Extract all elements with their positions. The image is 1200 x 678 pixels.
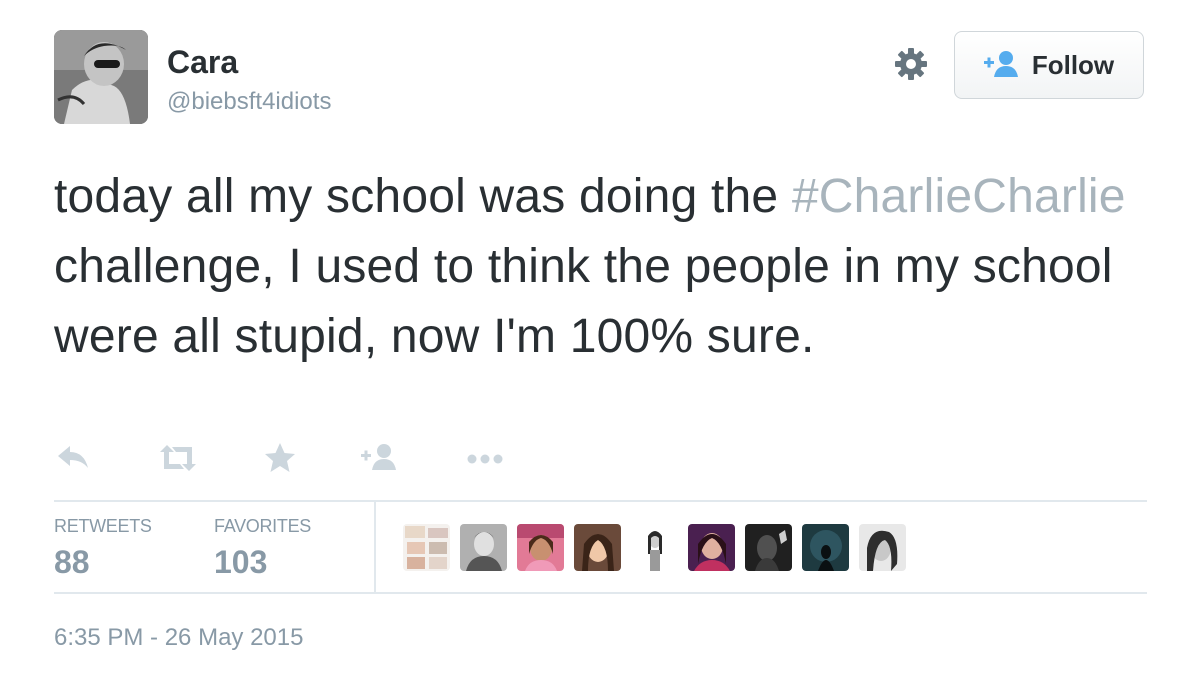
retweet-icon[interactable] — [156, 438, 196, 478]
follow-label: Follow — [1031, 49, 1115, 80]
retweets-count: 88 — [54, 544, 90, 580]
follow-icon — [983, 49, 1020, 82]
tweet-text-part1: today all my school was doing the — [54, 170, 792, 223]
author-name[interactable]: Cara — [167, 44, 238, 80]
divider — [54, 592, 1147, 594]
user-avatar[interactable] — [802, 524, 849, 571]
gear-icon[interactable] — [893, 46, 929, 82]
tweet-actions — [54, 438, 534, 478]
more-icon[interactable] — [464, 438, 508, 478]
user-avatar[interactable] — [688, 524, 735, 571]
favorites-label: FAVORITES — [214, 516, 311, 536]
user-avatar[interactable] — [631, 524, 678, 571]
retweets-label: RETWEETS — [54, 516, 152, 536]
user-avatar[interactable] — [574, 524, 621, 571]
author-avatar[interactable] — [54, 30, 148, 124]
tweet-timestamp[interactable]: 6:35 PM - 26 May 2015 — [54, 624, 303, 652]
tweet-text-part2: challenge, I used to think the people in… — [54, 240, 1113, 363]
follow-icon[interactable] — [360, 438, 400, 478]
favorites-count: 103 — [214, 544, 268, 580]
author-handle[interactable]: @biebsft4idiots — [167, 88, 331, 116]
favorite-icon[interactable] — [260, 438, 300, 478]
user-avatar[interactable] — [460, 524, 507, 571]
user-avatar[interactable] — [859, 524, 906, 571]
user-avatar[interactable] — [403, 524, 450, 571]
favorites-stat[interactable]: FAVORITES 103 — [214, 516, 311, 582]
user-avatar[interactable] — [517, 524, 564, 571]
retweets-stat[interactable]: RETWEETS 88 — [54, 516, 152, 582]
divider — [54, 500, 1147, 502]
user-avatar[interactable] — [745, 524, 792, 571]
follow-button[interactable]: Follow — [954, 31, 1144, 99]
hashtag-link[interactable]: #CharlieCharlie — [792, 170, 1126, 223]
reply-icon[interactable] — [54, 438, 94, 478]
tweet-text: today all my school was doing the #Charl… — [54, 162, 1164, 372]
favorited-by-avatars — [403, 524, 906, 571]
stats-divider — [374, 502, 376, 592]
